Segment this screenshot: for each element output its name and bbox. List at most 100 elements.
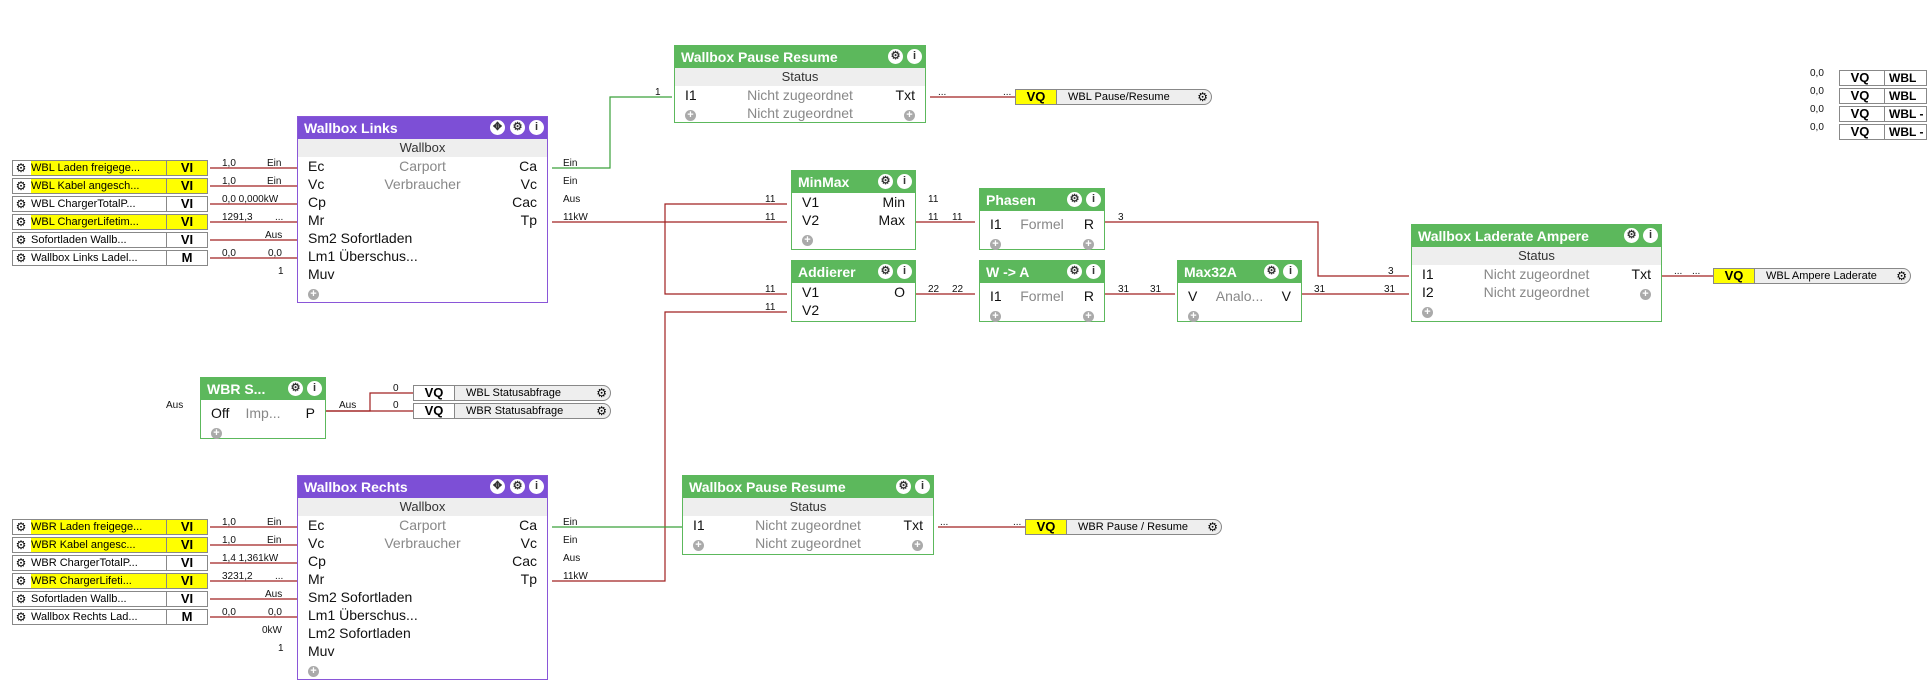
info-icon[interactable]: i xyxy=(1283,264,1298,279)
vq-wbl-pause[interactable]: VQ WBL Pause/Resume ⚙ xyxy=(1015,89,1212,105)
gear-icon[interactable]: ⚙ xyxy=(510,479,525,494)
vq-output-right[interactable]: VQ WBL - xyxy=(1839,106,1927,122)
plus-icon[interactable]: + xyxy=(1083,311,1094,322)
info-icon[interactable]: i xyxy=(897,264,912,279)
value-label: 0 xyxy=(393,400,399,411)
plus-icon[interactable]: + xyxy=(211,428,222,439)
gear-icon[interactable]: ⚙ xyxy=(510,120,525,135)
vq-wbr-status[interactable]: VQ WBR Statusabfrage ⚙ xyxy=(413,403,611,419)
gear-icon[interactable]: ⚙ xyxy=(14,538,28,552)
gear-icon[interactable]: ⚙ xyxy=(896,479,911,494)
gear-icon[interactable]: ⚙ xyxy=(14,520,28,534)
gear-icon[interactable]: ⚙ xyxy=(1896,269,1907,283)
gear-icon[interactable]: ⚙ xyxy=(888,49,903,64)
wallbox-links-block[interactable]: Wallbox Links ✥ ⚙ i Wallbox Ec Carport Ca V… xyxy=(297,116,548,303)
gear-icon[interactable]: ⚙ xyxy=(1207,520,1218,534)
plus-icon[interactable]: + xyxy=(308,666,319,677)
gear-icon[interactable]: ⚙ xyxy=(1624,228,1639,243)
plus-icon[interactable]: + xyxy=(990,311,1001,322)
gear-icon[interactable]: ⚙ xyxy=(14,610,28,624)
vq-output-right[interactable]: VQ WBL xyxy=(1839,70,1927,86)
gear-icon[interactable]: ⚙ xyxy=(14,574,28,588)
gear-icon[interactable]: ⚙ xyxy=(14,197,28,211)
gear-icon[interactable]: ⚙ xyxy=(14,251,28,265)
info-icon[interactable]: i xyxy=(1086,264,1101,279)
plus-icon[interactable]: + xyxy=(1083,239,1094,250)
plus-icon[interactable]: + xyxy=(1188,311,1199,322)
vq-wbl-ampere[interactable]: VQ WBL Ampere Laderate ⚙ xyxy=(1713,268,1911,284)
w-to-a-block[interactable]: W -> A ⚙ i I1 Formel R + + xyxy=(979,260,1105,322)
minmax-block[interactable]: MinMax ⚙ i V1 Min V2 Max + xyxy=(791,170,916,250)
info-icon[interactable]: i xyxy=(1643,228,1658,243)
input-name: Sofortladen Wallb... xyxy=(31,234,127,246)
value-label: Ein xyxy=(563,517,578,528)
max32a-block[interactable]: Max32A ⚙ i V Analo... V + xyxy=(1177,260,1302,322)
input-block[interactable]: ⚙ WBL ChargerTotalP... VI xyxy=(12,196,208,212)
port-label: Lm2 Sofortladen xyxy=(308,625,411,641)
vq-output-right[interactable]: VQ WBL xyxy=(1839,88,1927,104)
gear-icon[interactable]: ⚙ xyxy=(878,264,893,279)
info-icon[interactable]: i xyxy=(529,120,544,135)
value-label: Aus xyxy=(166,400,184,411)
plus-icon[interactable]: + xyxy=(990,239,1001,250)
plus-icon[interactable]: + xyxy=(308,289,319,300)
plus-icon[interactable]: + xyxy=(802,235,813,246)
vq-output-right[interactable]: VQ WBL - xyxy=(1839,124,1927,140)
wallbox-rechts-header[interactable]: Wallbox Rechts ✥ ⚙ i xyxy=(298,476,547,498)
gear-icon[interactable]: ⚙ xyxy=(1197,90,1208,104)
vq-wbl-status[interactable]: VQ WBL Statusabfrage ⚙ xyxy=(413,385,611,401)
gear-icon[interactable]: ⚙ xyxy=(596,386,607,400)
input-block[interactable]: ⚙ WBR ChargerTotalP... VI xyxy=(12,555,208,571)
port-desc: Nicht zugeordnet xyxy=(747,87,853,103)
input-block[interactable]: ⚙ WBR Laden freigege... VI xyxy=(12,519,208,535)
input-block[interactable]: ⚙ Sofortladen Wallb... VI xyxy=(12,591,208,607)
input-block[interactable]: ⚙ WBL ChargerLifetim... VI xyxy=(12,214,208,230)
move-icon[interactable]: ✥ xyxy=(490,479,505,494)
wallbox-rechts-block[interactable]: Wallbox Rechts ✥ ⚙ i Wallbox Ec Carport Ca… xyxy=(297,475,548,680)
plus-icon[interactable]: + xyxy=(1422,307,1433,318)
input-block[interactable]: ⚙ Sofortladen Wallb... VI xyxy=(12,232,208,248)
input-block[interactable]: ⚙ Wallbox Links Ladel... M xyxy=(12,250,208,266)
gear-icon[interactable]: ⚙ xyxy=(14,215,28,229)
gear-icon[interactable]: ⚙ xyxy=(1067,192,1082,207)
input-block[interactable]: ⚙ WBR ChargerLifeti... VI xyxy=(12,573,208,589)
info-icon[interactable]: i xyxy=(915,479,930,494)
vq-type: VQ xyxy=(1850,124,1870,139)
gear-icon[interactable]: ⚙ xyxy=(14,592,28,606)
wbr-s-block[interactable]: WBR S... ⚙ i Off Imp... P + xyxy=(200,377,326,439)
wallbox-links-header[interactable]: Wallbox Links ✥ ⚙ i xyxy=(298,117,547,139)
gear-icon[interactable]: ⚙ xyxy=(1264,264,1279,279)
info-icon[interactable]: i xyxy=(1086,192,1101,207)
input-block[interactable]: ⚙ WBR Kabel angesc... VI xyxy=(12,537,208,553)
vq-wbr-pause[interactable]: VQ WBR Pause / Resume ⚙ xyxy=(1025,519,1222,535)
plus-icon[interactable]: + xyxy=(904,110,915,121)
plus-icon[interactable]: + xyxy=(912,540,923,551)
value-label: 1,0 xyxy=(222,176,236,187)
gear-icon[interactable]: ⚙ xyxy=(14,179,28,193)
addierer-block[interactable]: Addierer ⚙ i V1 O V2 xyxy=(791,260,916,322)
laderate-block[interactable]: Wallbox Laderate Ampere ⚙ i Status I1 Nic… xyxy=(1411,224,1662,322)
port-label: Sm2 Sofortladen xyxy=(308,589,413,605)
gear-icon[interactable]: ⚙ xyxy=(14,233,28,247)
value-label: 1291,3 xyxy=(222,212,253,223)
plus-icon[interactable]: + xyxy=(1640,289,1651,300)
gear-icon[interactable]: ⚙ xyxy=(14,161,28,175)
value-label: 11 xyxy=(765,194,776,205)
gear-icon[interactable]: ⚙ xyxy=(596,404,607,418)
info-icon[interactable]: i xyxy=(907,49,922,64)
phasen-block[interactable]: Phasen ⚙ i I1 Formel R + + xyxy=(979,188,1105,250)
port-label: P xyxy=(305,405,315,421)
gear-icon[interactable]: ⚙ xyxy=(1067,264,1082,279)
info-icon[interactable]: i xyxy=(897,174,912,189)
input-block[interactable]: ⚙ WBL Kabel angesch... VI xyxy=(12,178,208,194)
gear-icon[interactable]: ⚙ xyxy=(14,556,28,570)
gear-icon[interactable]: ⚙ xyxy=(878,174,893,189)
input-block[interactable]: ⚙ Wallbox Rechts Lad... M xyxy=(12,609,208,625)
info-icon[interactable]: i xyxy=(307,381,322,396)
input-block[interactable]: ⚙ WBL Laden freigege... VI xyxy=(12,160,208,176)
pause-resume-bottom-block[interactable]: Wallbox Pause Resume ⚙ i Status I1 Nicht … xyxy=(682,475,934,555)
move-icon[interactable]: ✥ xyxy=(490,120,505,135)
pause-resume-top-block[interactable]: Wallbox Pause Resume ⚙ i Status I1 Nicht … xyxy=(674,45,926,123)
info-icon[interactable]: i xyxy=(529,479,544,494)
gear-icon[interactable]: ⚙ xyxy=(288,381,303,396)
